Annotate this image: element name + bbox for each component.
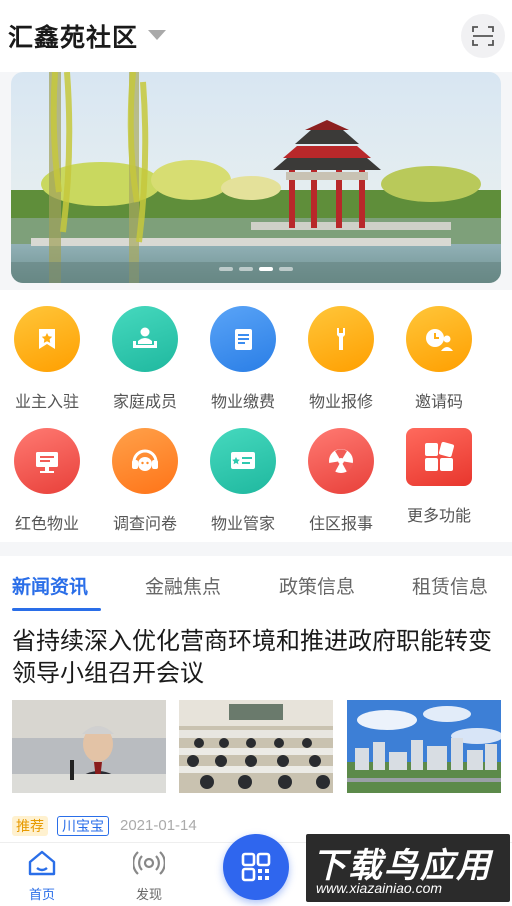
service-label: 物业报修 (308, 394, 373, 411)
service-label: 住区报事 (308, 516, 373, 533)
tab-rental[interactable]: 租赁信息 (412, 572, 488, 599)
service-label: 物业缴费 (210, 394, 275, 411)
watermark-url: www.xiazainiao.com (316, 880, 443, 896)
tab-policy[interactable]: 政策信息 (279, 572, 355, 599)
service-more-functions[interactable]: 更多功能 (394, 428, 484, 526)
red-property-icon (14, 428, 80, 494)
invite-code-icon (406, 306, 472, 372)
bill-payment-icon (210, 306, 276, 372)
family-members-icon (112, 306, 178, 372)
service-invite-code[interactable]: 邀请码 (394, 306, 484, 412)
service-family-members[interactable]: 家庭成员 (100, 306, 190, 412)
carousel-indicator (11, 267, 501, 271)
service-label: 红色物业 (14, 516, 79, 533)
active-tab-indicator (12, 608, 101, 611)
top-bar: 汇鑫苑社区 (0, 0, 512, 72)
news-section: 新闻资讯 金融焦点 政策信息 租赁信息 省持续深入优化营商环境和推进政府职能转变… (0, 556, 512, 842)
carousel-dot-active[interactable] (259, 267, 273, 271)
recommend-tag: 推荐 (12, 816, 48, 836)
survey-headset-icon (112, 428, 178, 494)
service-property-repair[interactable]: 物业报修 (296, 306, 386, 412)
meeting-hall-photo (179, 700, 333, 793)
carousel-dot[interactable] (239, 267, 253, 271)
carousel-dot[interactable] (219, 267, 233, 271)
qr-code-button[interactable] (223, 834, 289, 900)
meeting-speaker-photo (12, 700, 166, 793)
home-icon (28, 850, 56, 876)
scan-icon (472, 26, 494, 46)
nav-home-label: 首页 (28, 887, 55, 902)
service-label: 更多功能 (406, 508, 471, 525)
service-label: 家庭成员 (112, 394, 177, 411)
community-name[interactable]: 汇鑫苑社区 (8, 18, 138, 54)
news-thumbnail[interactable] (179, 700, 333, 793)
city-skyline-photo (347, 700, 501, 793)
wrench-repair-icon (308, 306, 374, 372)
service-owner-register[interactable]: 业主入驻 (2, 306, 92, 412)
service-grid: 业主入驻 家庭成员 物业缴费 物业报修 邀请码 红色物业 调查问卷 物业管家 住… (0, 290, 512, 542)
service-report-incident[interactable]: 住区报事 (296, 428, 386, 534)
site-watermark: 下载鸟应用 www.xiazainiao.com (306, 834, 510, 902)
nav-home[interactable]: 首页 (12, 849, 72, 903)
more-functions-icon (406, 428, 472, 486)
nav-discover-label: 发现 (135, 887, 162, 902)
news-thumbnail[interactable] (347, 700, 501, 793)
news-date: 2021-01-14 (120, 817, 197, 834)
service-label: 物业管家 (210, 516, 275, 533)
chevron-down-icon[interactable] (148, 30, 166, 40)
service-red-property[interactable]: 红色物业 (2, 428, 92, 534)
scan-button[interactable] (461, 14, 505, 58)
news-headline[interactable]: 省持续深入优化营商环境和推进政府职能转变领导小组召开会议 (12, 626, 502, 690)
news-tabs: 新闻资讯 金融焦点 政策信息 租赁信息 (0, 556, 512, 612)
qr-code-icon (241, 852, 271, 882)
service-label: 业主入驻 (14, 394, 79, 411)
service-survey[interactable]: 调查问卷 (100, 428, 190, 534)
carousel-dot[interactable] (279, 267, 293, 271)
banner-pavilion-image (11, 72, 501, 283)
source-tag: 川宝宝 (57, 816, 109, 836)
tab-news[interactable]: 新闻资讯 (12, 572, 88, 599)
service-property-steward[interactable]: 物业管家 (198, 428, 288, 534)
owner-badge-icon (14, 306, 80, 372)
nav-discover[interactable]: 发现 (119, 849, 179, 903)
news-thumbnail[interactable] (12, 700, 166, 793)
service-label: 调查问卷 (112, 516, 177, 533)
broadcast-icon (132, 851, 166, 875)
banner-carousel[interactable] (11, 72, 501, 283)
service-property-payment[interactable]: 物业缴费 (198, 306, 288, 412)
service-label: 邀请码 (414, 394, 463, 411)
property-steward-icon (210, 428, 276, 494)
report-incident-icon (308, 428, 374, 494)
tab-finance[interactable]: 金融焦点 (145, 572, 221, 599)
